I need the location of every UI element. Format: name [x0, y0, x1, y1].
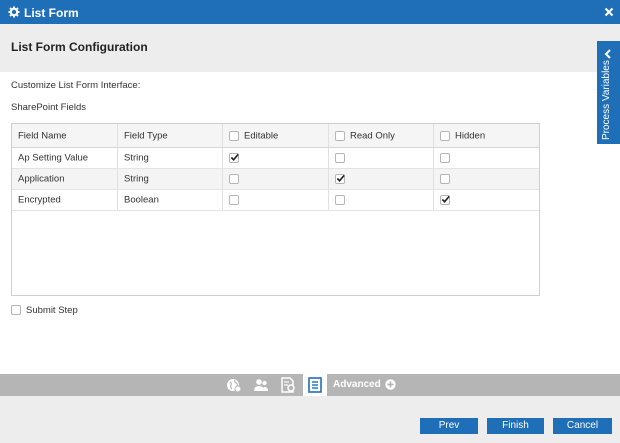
window-title: List Form: [24, 6, 79, 20]
page-header: List Form Configuration: [0, 24, 620, 72]
cancel-button[interactable]: Cancel: [553, 418, 612, 434]
submit-step-checkbox[interactable]: [11, 305, 21, 315]
close-icon[interactable]: [604, 7, 614, 17]
editable-checkbox[interactable]: [229, 153, 239, 163]
submit-step-label: Submit Step: [26, 305, 78, 316]
title-bar: List Form: [0, 0, 620, 24]
footer: Prev Finish Cancel: [0, 396, 620, 443]
checkmark-icon: [230, 153, 239, 161]
globe-gear-icon[interactable]: [226, 377, 242, 393]
chevron-left-icon: [604, 49, 611, 59]
read-only-checkbox[interactable]: [335, 153, 345, 163]
field-type-cell: String: [124, 152, 149, 164]
table-row: Ap Setting Value String: [12, 148, 539, 169]
field-type-cell: Boolean: [124, 194, 159, 206]
column-header-field-name: Field Name: [12, 124, 118, 147]
checkmark-icon: [336, 174, 345, 182]
process-variables-tab[interactable]: Process Variables: [597, 41, 620, 144]
field-type-cell: String: [124, 173, 149, 185]
advanced-button[interactable]: Advanced: [333, 379, 381, 390]
document-settings-icon[interactable]: [280, 377, 296, 393]
editable-select-all-checkbox[interactable]: [229, 130, 239, 141]
hidden-checkbox[interactable]: [440, 174, 450, 184]
form-list-tab[interactable]: [303, 374, 327, 396]
hidden-select-all-checkbox[interactable]: [440, 130, 450, 141]
field-name-cell: Encrypted: [18, 194, 61, 206]
table-row: Application String: [12, 169, 539, 190]
customize-label: Customize List Form Interface:: [11, 80, 141, 91]
column-header-hidden: Hidden: [434, 124, 539, 147]
finish-button[interactable]: Finish: [487, 418, 544, 434]
field-name-cell: Application: [18, 173, 65, 185]
field-name-cell: Ap Setting Value: [18, 152, 89, 164]
read-only-checkbox[interactable]: [335, 174, 345, 184]
read-only-checkbox[interactable]: [335, 195, 345, 205]
read-only-select-all-checkbox[interactable]: [335, 130, 345, 141]
column-header-read-only: Read Only: [329, 124, 434, 147]
page-title: List Form Configuration: [11, 40, 148, 54]
prev-button[interactable]: Prev: [420, 418, 478, 434]
sharepoint-fields-label: SharePoint Fields: [11, 102, 86, 113]
editable-checkbox[interactable]: [229, 195, 239, 205]
bottom-toolbar: Advanced: [0, 374, 620, 396]
editable-checkbox[interactable]: [229, 174, 239, 184]
fields-grid: Field Name Field Type Editable Read Only…: [11, 123, 540, 296]
hidden-checkbox[interactable]: [440, 195, 450, 205]
table-row: Encrypted Boolean: [12, 190, 539, 211]
users-icon[interactable]: [253, 377, 269, 393]
hidden-checkbox[interactable]: [440, 153, 450, 163]
column-header-editable: Editable: [223, 124, 329, 147]
grid-header-row: Field Name Field Type Editable Read Only…: [12, 124, 539, 148]
form-list-icon: [308, 377, 322, 393]
process-variables-label: Process Variables: [601, 60, 612, 140]
checkmark-icon: [441, 195, 450, 203]
gear-icon: [8, 6, 20, 18]
plus-circle-icon[interactable]: [385, 379, 396, 390]
column-header-field-type: Field Type: [118, 124, 223, 147]
